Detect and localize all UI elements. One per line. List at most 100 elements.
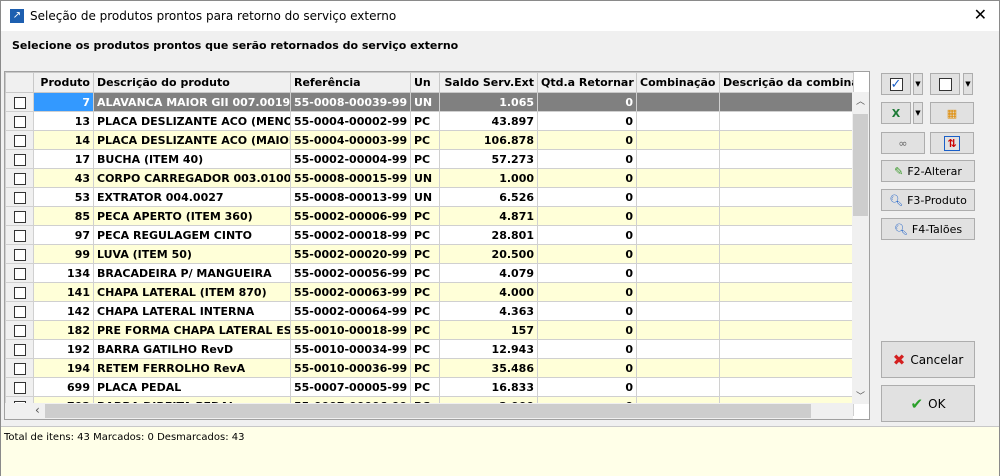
layout-button[interactable]: ▦ [930, 102, 974, 124]
sort-button[interactable]: ⇅ [930, 132, 974, 154]
table-row[interactable]: 53 EXTRATOR 004.0027 55-0008-00013-99 UN 6.5… [5, 187, 854, 207]
uncheck-dropdown[interactable]: ▼ [963, 73, 973, 95]
table-cell: 55-0004-00002-99 [290, 111, 411, 131]
export-dropdown[interactable]: ▼ [913, 102, 923, 124]
checkbox[interactable] [13, 343, 26, 356]
table-cell [636, 130, 720, 150]
row-checkbox[interactable] [5, 263, 34, 283]
checkbox[interactable] [13, 381, 26, 394]
horizontal-scrollbar[interactable]: ‹ [5, 403, 853, 419]
table-cell: PC [410, 111, 440, 131]
column-header[interactable]: Saldo Serv.Ext [439, 72, 538, 93]
column-header[interactable]: Descrição da combinação [719, 72, 854, 93]
scroll-left-icon[interactable]: ‹ [35, 403, 40, 417]
row-checkbox[interactable] [5, 92, 34, 112]
table-cell [719, 358, 854, 378]
table-row[interactable]: 85 PECA APERTO (ITEM 360) 55-0002-00006-99… [5, 206, 854, 226]
checkbox[interactable] [13, 267, 26, 280]
row-checkbox[interactable] [5, 111, 34, 131]
hscroll-thumb[interactable] [45, 404, 811, 418]
row-checkbox[interactable] [5, 282, 34, 302]
table-cell: 99 [33, 244, 94, 264]
checkbox[interactable] [13, 115, 26, 128]
header-select[interactable] [5, 72, 34, 93]
column-header[interactable]: Combinação [636, 72, 720, 93]
export-excel-button[interactable]: X [881, 102, 911, 124]
column-header[interactable]: Descrição do produto [93, 72, 291, 93]
row-checkbox[interactable] [5, 244, 34, 264]
table-row[interactable]: 99 LUVA (ITEM 50) 55-0002-00020-99 PC 20.500… [5, 244, 854, 264]
checkbox[interactable] [13, 172, 26, 185]
table-cell: 43.897 [439, 111, 538, 131]
table-cell [719, 206, 854, 226]
row-checkbox[interactable] [5, 168, 34, 188]
column-header[interactable]: Qtd.a Retornar [537, 72, 637, 93]
row-checkbox[interactable] [5, 206, 34, 226]
status-text: Total de itens: 43 Marcados: 0 Desmarcad… [4, 432, 245, 443]
close-button[interactable]: ✕ [974, 5, 987, 24]
checkbox[interactable] [13, 153, 26, 166]
table-row[interactable]: 192 BARRA GATILHO RevD 55-0010-00034-99 PC 1… [5, 339, 854, 359]
table-cell: 55-0002-00004-99 [290, 149, 411, 169]
column-header[interactable]: Produto [33, 72, 94, 93]
row-checkbox[interactable] [5, 301, 34, 321]
checkbox[interactable] [13, 191, 26, 204]
f3-produto-button[interactable]: 🔍︎ F3-Produto [881, 189, 975, 211]
checkbox[interactable] [13, 210, 26, 223]
row-checkbox[interactable] [5, 225, 34, 245]
checkbox[interactable] [13, 305, 26, 318]
table-row[interactable]: 7 ALAVANCA MAIOR GII 007.0019 55-0008-0003… [5, 92, 854, 112]
column-header[interactable]: Referência [290, 72, 411, 93]
checkbox[interactable] [13, 229, 26, 242]
table-row[interactable]: 699 PLACA PEDAL 55-0007-00005-99 PC 16.833 0 [5, 377, 854, 397]
check-all-button[interactable]: ✓ [881, 73, 911, 95]
table-row[interactable]: 141 CHAPA LATERAL (ITEM 870) 55-0002-00063… [5, 282, 854, 302]
search-button[interactable]: ∞ [881, 132, 925, 154]
table-cell: ALAVANCA MAIOR GII 007.0019 [93, 92, 291, 112]
table-row[interactable]: 97 PECA REGULAGEM CINTO 55-0002-00018-99 PC… [5, 225, 854, 245]
table-cell [636, 187, 720, 207]
row-checkbox[interactable] [5, 358, 34, 378]
checkbox[interactable] [13, 286, 26, 299]
table-row[interactable]: 13 PLACA DESLIZANTE ACO (MENOR) 55-0004-00… [5, 111, 854, 131]
table-cell: 85 [33, 206, 94, 226]
products-grid[interactable]: Produto Descrição do produto Referência Un S… [4, 71, 870, 420]
vertical-scrollbar[interactable]: ︿ ﹀ [852, 92, 869, 404]
row-checkbox[interactable] [5, 130, 34, 150]
f2-alterar-button[interactable]: ✎ F2-Alterar [881, 160, 975, 182]
checkbox[interactable] [13, 134, 26, 147]
ok-button[interactable]: ✔ OK [881, 385, 975, 422]
checkbox[interactable] [13, 248, 26, 261]
checkbox[interactable] [13, 362, 26, 375]
table-row[interactable]: 182 PRE FORMA CHAPA LATERAL ESQ 55-0010-00… [5, 320, 854, 340]
check-dropdown[interactable]: ▼ [913, 73, 923, 95]
table-cell: PECA APERTO (ITEM 360) [93, 206, 291, 226]
table-row[interactable]: 14 PLACA DESLIZANTE ACO (MAIOR) 55-0004-00… [5, 130, 854, 150]
table-cell [636, 339, 720, 359]
table-row[interactable]: 17 BUCHA (ITEM 40) 55-0002-00004-99 PC 57.27… [5, 149, 854, 169]
app-icon: ↗ [10, 9, 24, 23]
table-cell: 55-0008-00039-99 [290, 92, 411, 112]
row-checkbox[interactable] [5, 320, 34, 340]
scroll-thumb[interactable] [853, 114, 868, 216]
table-cell: UN [410, 187, 440, 207]
checkbox[interactable] [13, 96, 26, 109]
cancel-button[interactable]: ✖ Cancelar [881, 341, 975, 378]
f4-taloes-button[interactable]: 🔍︎ F4-Talões [881, 218, 975, 240]
row-checkbox[interactable] [5, 339, 34, 359]
row-checkbox[interactable] [5, 377, 34, 397]
table-cell: PRE FORMA CHAPA LATERAL ESQ [93, 320, 291, 340]
checkbox[interactable] [13, 324, 26, 337]
column-header[interactable]: Un [410, 72, 440, 93]
table-row[interactable]: 142 CHAPA LATERAL INTERNA 55-0002-00064-99… [5, 301, 854, 321]
table-cell: 142 [33, 301, 94, 321]
row-checkbox[interactable] [5, 149, 34, 169]
table-cell: 0 [537, 92, 637, 112]
table-row[interactable]: 194 RETEM FERROLHO RevA 55-0010-00036-99 PC… [5, 358, 854, 378]
scroll-up-icon[interactable]: ︿ [852, 94, 869, 107]
row-checkbox[interactable] [5, 187, 34, 207]
table-row[interactable]: 43 CORPO CARREGADOR 003.0100 55-0008-00015… [5, 168, 854, 188]
uncheck-all-button[interactable] [930, 73, 960, 95]
scroll-down-icon[interactable]: ﹀ [852, 389, 869, 402]
table-row[interactable]: 134 BRACADEIRA P/ MANGUEIRA 55-0002-00056-… [5, 263, 854, 283]
